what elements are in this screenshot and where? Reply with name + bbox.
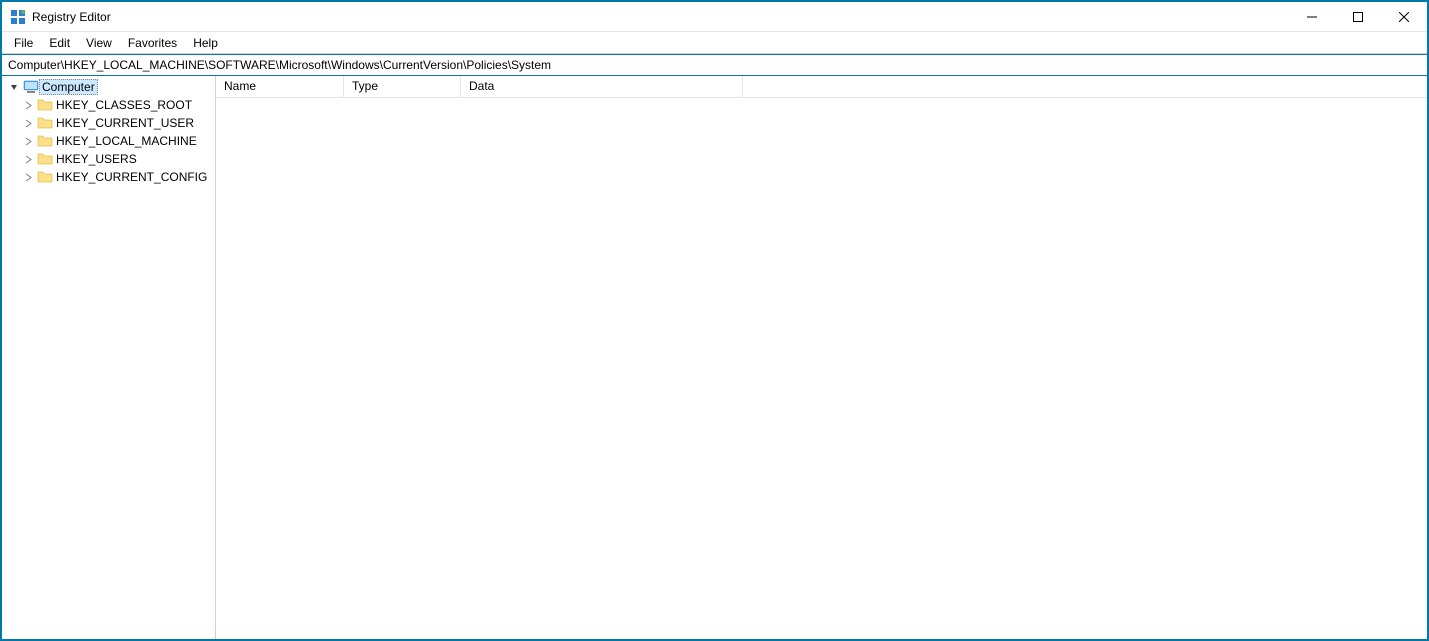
- address-bar: [2, 54, 1427, 76]
- chevron-right-icon[interactable]: [22, 173, 34, 182]
- menu-file[interactable]: File: [6, 34, 41, 52]
- menu-edit[interactable]: Edit: [41, 34, 78, 52]
- list-pane[interactable]: Name Type Data: [216, 76, 1427, 639]
- tree-node-computer[interactable]: Computer: [2, 78, 215, 96]
- column-type[interactable]: Type: [344, 76, 461, 97]
- column-name[interactable]: Name: [216, 76, 344, 97]
- tree-label: HKEY_CLASSES_ROOT: [56, 98, 192, 112]
- tree-node-hklm[interactable]: HKEY_LOCAL_MACHINE: [16, 132, 215, 150]
- folder-icon: [37, 115, 53, 131]
- tree-node-hkcu[interactable]: HKEY_CURRENT_USER: [16, 114, 215, 132]
- menubar: File Edit View Favorites Help: [2, 32, 1427, 54]
- address-input[interactable]: [2, 55, 1427, 75]
- app-icon: [10, 9, 26, 25]
- folder-icon: [37, 97, 53, 113]
- tree-node-hkcc[interactable]: HKEY_CURRENT_CONFIG: [16, 168, 215, 186]
- tree-label: HKEY_CURRENT_USER: [56, 116, 194, 130]
- tree-pane[interactable]: Computer HKEY_CLASSES_ROOT HKEY_CURRE: [2, 76, 216, 639]
- list-header: Name Type Data: [216, 76, 1427, 98]
- chevron-right-icon[interactable]: [22, 101, 34, 110]
- tree-node-hku[interactable]: HKEY_USERS: [16, 150, 215, 168]
- column-data[interactable]: Data: [461, 76, 743, 97]
- menu-help[interactable]: Help: [185, 34, 226, 52]
- menu-view[interactable]: View: [78, 34, 120, 52]
- content-area: Computer HKEY_CLASSES_ROOT HKEY_CURRE: [2, 76, 1427, 639]
- chevron-right-icon[interactable]: [22, 155, 34, 164]
- computer-icon: [23, 79, 39, 95]
- chevron-right-icon[interactable]: [22, 119, 34, 128]
- tree-label-computer: Computer: [42, 80, 95, 94]
- folder-icon: [37, 151, 53, 167]
- maximize-button[interactable]: [1335, 2, 1381, 31]
- tree-label: HKEY_USERS: [56, 152, 137, 166]
- chevron-right-icon[interactable]: [22, 137, 34, 146]
- tree-label: HKEY_CURRENT_CONFIG: [56, 170, 207, 184]
- menu-favorites[interactable]: Favorites: [120, 34, 185, 52]
- folder-icon: [37, 133, 53, 149]
- close-button[interactable]: [1381, 2, 1427, 31]
- folder-icon: [37, 169, 53, 185]
- tree-children: HKEY_CLASSES_ROOT HKEY_CURRENT_USER HKEY: [2, 96, 215, 186]
- window-controls: [1289, 2, 1427, 31]
- chevron-down-icon[interactable]: [8, 83, 20, 92]
- tree-node-hkcr[interactable]: HKEY_CLASSES_ROOT: [16, 96, 215, 114]
- window-title: Registry Editor: [32, 10, 1289, 24]
- titlebar: Registry Editor: [2, 2, 1427, 32]
- tree-label: HKEY_LOCAL_MACHINE: [56, 134, 197, 148]
- minimize-button[interactable]: [1289, 2, 1335, 31]
